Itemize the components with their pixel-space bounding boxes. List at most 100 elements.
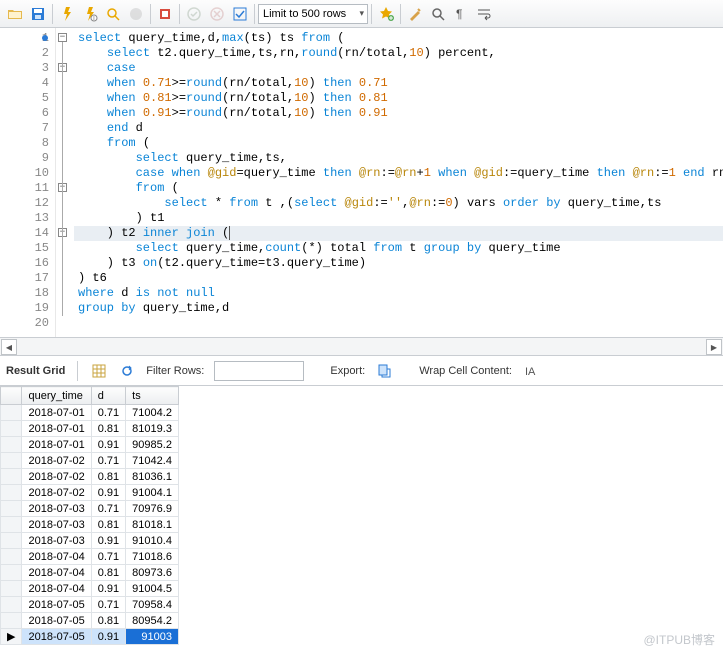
- grid-cell[interactable]: 91004.5: [126, 581, 179, 597]
- result-grid[interactable]: query_timedts2018-07-010.7171004.22018-0…: [0, 386, 723, 645]
- filter-rows-input[interactable]: [214, 361, 304, 381]
- code-line[interactable]: when 0.81>=round(rn/total,10) then 0.81: [74, 91, 723, 106]
- stop-on-error-icon[interactable]: [154, 3, 176, 25]
- grid-cell[interactable]: 0.81: [91, 517, 125, 533]
- grid-cell[interactable]: 0.81: [91, 469, 125, 485]
- wrap-cell-icon[interactable]: IA: [522, 362, 540, 380]
- grid-cell[interactable]: 91003: [126, 629, 179, 645]
- grid-cell[interactable]: 2018-07-01: [22, 437, 91, 453]
- grid-cell[interactable]: 70976.9: [126, 501, 179, 517]
- grid-cell[interactable]: 0.71: [91, 405, 125, 421]
- grid-cell[interactable]: 71018.6: [126, 549, 179, 565]
- code-line[interactable]: select * from t ,(select @gid:='',@rn:=0…: [74, 196, 723, 211]
- row-header[interactable]: [1, 565, 22, 581]
- row-header[interactable]: [1, 581, 22, 597]
- column-header[interactable]: query_time: [22, 387, 91, 405]
- invisible-chars-icon[interactable]: ¶: [450, 3, 472, 25]
- grid-cell[interactable]: 0.81: [91, 613, 125, 629]
- row-header[interactable]: [1, 597, 22, 613]
- row-header[interactable]: ▶: [1, 629, 22, 645]
- editor-hscrollbar[interactable]: ◀ ▶: [0, 338, 723, 356]
- code-line[interactable]: when 0.91>=round(rn/total,10) then 0.91: [74, 106, 723, 121]
- grid-cell[interactable]: 2018-07-02: [22, 485, 91, 501]
- wrap-icon[interactable]: [473, 3, 495, 25]
- save-icon[interactable]: [27, 3, 49, 25]
- code-line[interactable]: end d: [74, 121, 723, 136]
- grid-cell[interactable]: 2018-07-03: [22, 533, 91, 549]
- code-line[interactable]: from (: [74, 181, 723, 196]
- column-header[interactable]: ts: [126, 387, 179, 405]
- row-header[interactable]: [1, 421, 22, 437]
- code-line[interactable]: ) t3 on(t2.query_time=t3.query_time): [74, 256, 723, 271]
- row-header[interactable]: [1, 501, 22, 517]
- code-line[interactable]: when 0.71>=round(rn/total,10) then 0.71: [74, 76, 723, 91]
- code-line[interactable]: ) t1: [74, 211, 723, 226]
- export-icon[interactable]: [375, 362, 393, 380]
- row-header[interactable]: [1, 485, 22, 501]
- grid-cell[interactable]: 0.91: [91, 581, 125, 597]
- code-line[interactable]: group by query_time,d: [74, 301, 723, 316]
- grid-cell[interactable]: 0.81: [91, 565, 125, 581]
- autocommit-icon[interactable]: [229, 3, 251, 25]
- grid-cell[interactable]: 2018-07-01: [22, 405, 91, 421]
- row-header[interactable]: [1, 453, 22, 469]
- row-header[interactable]: [1, 405, 22, 421]
- grid-cell[interactable]: 71004.2: [126, 405, 179, 421]
- row-limit-dropdown[interactable]: Limit to 500 rows: [258, 4, 368, 24]
- code-line[interactable]: select t2.query_time,ts,rn,round(rn/tota…: [74, 46, 723, 61]
- code-line[interactable]: select query_time,count(*) total from t …: [74, 241, 723, 256]
- row-header[interactable]: [1, 613, 22, 629]
- grid-cell[interactable]: 2018-07-02: [22, 453, 91, 469]
- execute-icon[interactable]: [56, 3, 78, 25]
- code-line[interactable]: select query_time,ts,: [74, 151, 723, 166]
- code-line[interactable]: where d is not null: [74, 286, 723, 301]
- grid-cell[interactable]: 2018-07-05: [22, 613, 91, 629]
- column-header[interactable]: d: [91, 387, 125, 405]
- grid-cell[interactable]: 2018-07-05: [22, 597, 91, 613]
- row-header[interactable]: [1, 533, 22, 549]
- grid-cell[interactable]: 2018-07-04: [22, 581, 91, 597]
- grid-cell[interactable]: 0.81: [91, 421, 125, 437]
- refresh-icon[interactable]: [118, 362, 136, 380]
- fold-column[interactable]: −−−−: [56, 28, 74, 337]
- grid-cell[interactable]: 0.71: [91, 549, 125, 565]
- find-icon[interactable]: [427, 3, 449, 25]
- grid-cell[interactable]: 90985.2: [126, 437, 179, 453]
- grid-cell[interactable]: 80973.6: [126, 565, 179, 581]
- row-header[interactable]: [1, 437, 22, 453]
- beautify-icon[interactable]: [404, 3, 426, 25]
- code-line[interactable]: from (: [74, 136, 723, 151]
- row-header[interactable]: [1, 469, 22, 485]
- grid-cell[interactable]: 0.91: [91, 629, 125, 645]
- grid-cell[interactable]: 2018-07-01: [22, 421, 91, 437]
- grid-cell[interactable]: 71042.4: [126, 453, 179, 469]
- rollback-icon[interactable]: [206, 3, 228, 25]
- grid-cell[interactable]: 0.91: [91, 533, 125, 549]
- grid-cell[interactable]: 2018-07-03: [22, 517, 91, 533]
- grid-cell[interactable]: 0.91: [91, 485, 125, 501]
- grid-cell[interactable]: 0.91: [91, 437, 125, 453]
- sql-editor[interactable]: 1234567891011121314151617181920 −−−− sel…: [0, 28, 723, 338]
- scroll-right-icon[interactable]: ▶: [706, 339, 722, 355]
- fold-toggle[interactable]: −: [58, 33, 67, 42]
- grid-cell[interactable]: 0.71: [91, 597, 125, 613]
- grid-cell[interactable]: 0.71: [91, 453, 125, 469]
- grid-cell[interactable]: 81036.1: [126, 469, 179, 485]
- open-icon[interactable]: [4, 3, 26, 25]
- commit-icon[interactable]: [183, 3, 205, 25]
- grid-cell[interactable]: 80954.2: [126, 613, 179, 629]
- grid-cell[interactable]: 0.71: [91, 501, 125, 517]
- explain-icon[interactable]: [102, 3, 124, 25]
- grid-view-icon[interactable]: [90, 362, 108, 380]
- grid-cell[interactable]: 91004.1: [126, 485, 179, 501]
- grid-cell[interactable]: 91010.4: [126, 533, 179, 549]
- code-area[interactable]: select query_time,d,max(ts) ts from ( se…: [74, 28, 723, 337]
- result-grid-tab[interactable]: Result Grid: [6, 365, 65, 377]
- code-line[interactable]: [74, 316, 723, 331]
- grid-cell[interactable]: 81018.1: [126, 517, 179, 533]
- code-line[interactable]: ) t2 inner join (: [74, 226, 723, 241]
- grid-cell[interactable]: 70958.4: [126, 597, 179, 613]
- grid-cell[interactable]: 2018-07-04: [22, 565, 91, 581]
- scroll-left-icon[interactable]: ◀: [1, 339, 17, 355]
- grid-cell[interactable]: 2018-07-04: [22, 549, 91, 565]
